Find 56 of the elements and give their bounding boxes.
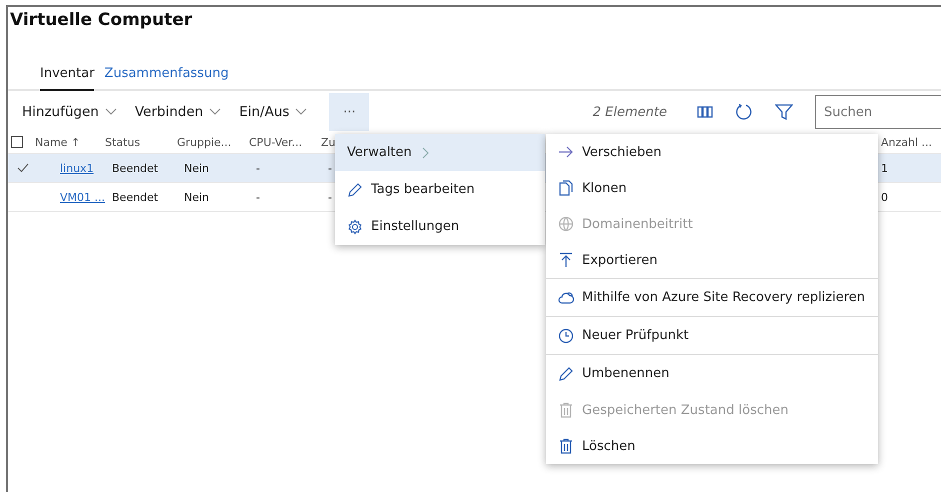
dropdown-button[interactable]: Hinzufügen [22,104,123,120]
column-header[interactable]: CPU-Ver... [249,136,321,148]
upload-icon [558,252,574,268]
settings-icon [347,218,363,234]
table-cell-text: Beendet [112,162,160,174]
chevron-down-icon [104,108,117,116]
refresh-icon[interactable] [735,103,753,121]
cloud-icon [558,290,574,306]
dropdown-button[interactable]: Ein/Aus [239,104,314,120]
menu-item[interactable]: Verschieben [546,134,878,170]
search-field[interactable]: Suchen [815,95,941,129]
column-header[interactable]: Anzahl ... [881,136,941,148]
menu-item[interactable]: Umbenennen [546,354,878,392]
columns-icon[interactable] [697,106,713,118]
menu-item[interactable]: Mithilfe von Azure Site Recovery replizieren [546,278,878,316]
menu-item[interactable]: Klonen [546,170,878,206]
dropdown-button[interactable]: Verbinden [134,104,228,120]
table-cell-text: Nein [184,190,210,204]
chevron-right-icon [422,146,430,158]
menu-item[interactable]: Einstellungen [335,208,545,245]
table-cell-text: - [328,162,333,174]
menu-item[interactable]: Tags bearbeiten [335,171,545,208]
menu-item[interactable]: Löschen [546,428,878,464]
table-cell-text: - [328,190,333,204]
arrow-icon [558,144,574,160]
more-button[interactable]: ··· [329,93,370,131]
menu-item[interactable]: Exportieren [546,242,878,278]
table-cell-text: Beendet [112,190,160,204]
clock-icon [558,328,574,344]
trash-icon [558,438,574,454]
table-cell-text: 1 [881,162,889,174]
table-cell-text: - [256,162,261,174]
column-header[interactable]: Name ↑ [35,136,105,148]
check-icon [17,163,29,173]
tab[interactable]: Zusammenfassung [104,60,229,91]
table-cell-text: Nein [184,162,210,174]
chevron-down-icon [295,108,308,116]
column-header[interactable]: Gruppie... [177,136,249,148]
pencil-icon [558,366,574,382]
name-link[interactable]: linux1 [43,162,112,174]
trash-icon [558,402,574,418]
window-title: Virtuelle Computer [9,9,194,32]
globe-icon [558,216,574,232]
pencil-icon [347,182,363,198]
menu-item[interactable]: Verwalten [335,134,545,171]
tab[interactable]: Inventar [40,60,94,91]
copy-icon [558,180,574,196]
column-header[interactable]: Status [105,136,177,148]
menu-item[interactable]: Neuer Prüfpunkt [546,316,878,354]
name-link[interactable]: VM01 ... [43,190,112,204]
item-count: 2 Elemente [592,104,667,120]
chevron-down-icon [209,108,222,116]
select-all-checkbox[interactable] [11,136,23,148]
filter-icon[interactable] [775,104,793,120]
table-cell-text: - [256,190,261,204]
table-cell-text: 0 [881,190,889,204]
